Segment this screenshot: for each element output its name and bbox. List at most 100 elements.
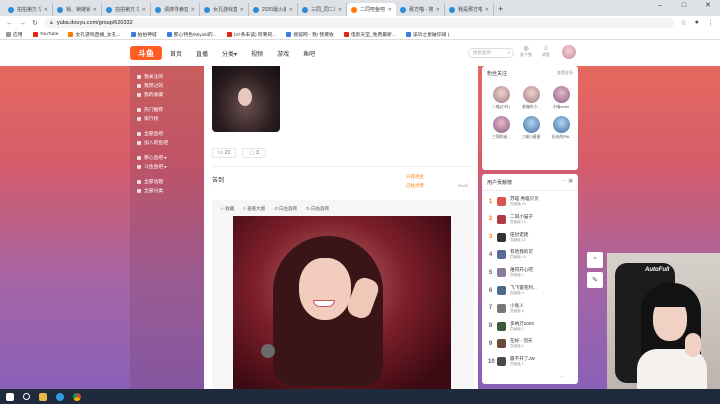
taskbar-search-icon[interactable] <box>23 393 30 400</box>
bookmark-item[interactable]: 拍拍神城 <box>130 31 157 38</box>
post-photo[interactable] <box>233 216 451 389</box>
bookmark-item[interactable]: 搜狐网 - 我! 我要收 <box>286 31 334 38</box>
sidebar-item[interactable]: 我关注的 <box>130 72 204 81</box>
tab-close-icon[interactable]: ✕ <box>240 7 244 13</box>
tab-close-icon[interactable]: ✕ <box>436 7 440 13</box>
minimize-button[interactable]: – <box>648 0 672 12</box>
tab-close-icon[interactable]: ✕ <box>289 7 293 13</box>
user-avatar[interactable] <box>562 45 576 59</box>
rank-item[interactable]: 7 小张人 贡献值 5 <box>488 301 574 316</box>
sidebar-item[interactable]: 加入的鱼吧 <box>130 138 204 147</box>
rank-pager[interactable]: ‹ › <box>560 374 564 379</box>
site-nav-item[interactable]: 游戏 <box>277 49 289 58</box>
post-fish-button[interactable]: ◎ 发个鱼 <box>520 45 532 58</box>
fan-item[interactable]: 老喵的小... <box>516 86 546 110</box>
tab-close-icon[interactable]: ✕ <box>93 7 97 13</box>
browser-tab[interactable]: 女孔游戏直播_女✕ <box>200 3 249 16</box>
tab-close-icon[interactable]: ✕ <box>485 7 489 13</box>
fans-more-link[interactable]: 查看更多 <box>557 70 573 76</box>
douyu-logo[interactable]: 斗鱼 <box>130 46 162 60</box>
sidebar-item[interactable]: 全部话题 <box>130 177 204 186</box>
sidebar-item[interactable]: 我赞过的 <box>130 81 204 90</box>
sidebar-item[interactable]: 全部分类 <box>130 186 204 195</box>
site-search-input[interactable]: 搜索鱼吧 ⌕ <box>468 48 514 58</box>
rotate-right-button[interactable]: ↻ 向右旋转 <box>306 206 329 212</box>
like-button[interactable]: 👍︎ 21 <box>212 148 236 158</box>
edge-browser-icon[interactable] <box>56 392 64 401</box>
rank-item[interactable]: 2 二同小猫子 贡献值 14 <box>488 212 574 227</box>
tab-close-icon[interactable]: ✕ <box>388 7 392 13</box>
rotate-left-button[interactable]: ↺ 向左旋转 <box>274 206 297 212</box>
browser-tab[interactable]: 那方喵 - 搜索结✕ <box>396 3 445 16</box>
tag-owner-only[interactable]: 只有吧主 <box>406 172 424 181</box>
tab-close-icon[interactable]: ✕ <box>142 7 146 13</box>
tab-close-icon[interactable]: ✕ <box>44 7 48 13</box>
browser-tab[interactable]: 三同_同二同直播✕ <box>298 3 347 16</box>
site-nav-item[interactable]: 直播 <box>196 49 208 58</box>
browser-tab[interactable]: 我是那方喵的小✕ <box>445 3 494 16</box>
browser-tab[interactable]: 拍拍第万 华爆神城✕ <box>102 3 151 16</box>
browser-tab[interactable]: 锁、锁链锁版ulim✕ <box>53 3 102 16</box>
fan-item[interactable]: 二喵(小叶) <box>486 86 516 110</box>
messages-button[interactable]: ♧ 消息 <box>542 45 550 58</box>
fan-item[interactable]: 小喵smile <box>546 86 576 110</box>
rank-item[interactable]: 6 飞飞雷克利... 贡献值 5 <box>488 283 574 298</box>
sidebar-item[interactable]: 热门推荐 <box>130 105 204 114</box>
profile-icon[interactable]: ● <box>695 19 699 27</box>
rank-item[interactable]: 8 多纳万2000 贡献值 3 <box>488 319 574 334</box>
sidebar-item[interactable]: 斗鱼鱼吧 ▸ <box>130 162 204 171</box>
windows-start-icon[interactable] <box>6 392 14 401</box>
search-icon[interactable]: ⌕ <box>507 49 510 57</box>
bookmark-item[interactable]: 女孔游戏直播_女孔... <box>68 31 121 38</box>
chrome-browser-icon[interactable] <box>73 392 81 401</box>
site-nav-item[interactable]: 分类▾ <box>222 49 237 58</box>
forward-button[interactable]: → <box>19 20 26 27</box>
rank-item[interactable]: 9 在好 - 羽天 贡献值 3 <box>488 336 574 351</box>
rank-item[interactable]: 10 最不开了JW 贡献值 2 <box>488 354 574 369</box>
reload-button[interactable]: ↻ <box>32 19 38 27</box>
tab-close-icon[interactable]: ✕ <box>191 7 195 13</box>
close-window-button[interactable]: ✕ <box>696 0 720 12</box>
site-nav-item[interactable]: 视频 <box>251 49 263 58</box>
edit-post-button[interactable]: ✎ <box>587 272 603 288</box>
file-explorer-icon[interactable] <box>39 392 47 401</box>
bookmark-item[interactable]: 那心特色/Miyuki的... <box>166 31 217 38</box>
comment-button[interactable]: ▢ 3 <box>242 148 266 158</box>
browser-tab[interactable]: 请搜寻索亚斯特✕ <box>151 3 200 16</box>
bookmark-item[interactable]: YouTube <box>32 32 58 37</box>
url-field[interactable]: 🔒︎ yuba.douyu.com/group/620332 <box>43 18 675 28</box>
site-nav-item[interactable]: 鱼吧 <box>303 49 315 58</box>
new-tab-button[interactable]: + <box>498 4 503 14</box>
rank-item[interactable]: 5 难得开心吧 贡献值 7 <box>488 265 574 280</box>
sidebar-item[interactable]: 我的收藏 <box>130 90 204 99</box>
browser-tab[interactable]: 拍拍第万 华爆神城✕ <box>4 3 53 16</box>
back-button[interactable]: ← <box>6 20 13 27</box>
rank-options-icon[interactable]: ⋯ ▣ <box>562 178 573 184</box>
browser-tab[interactable]: 二同吧鱼吧_斗鱼✕ <box>347 3 396 16</box>
bookmark-item[interactable]: 应用 <box>6 31 23 38</box>
bookmark-item[interactable]: 该诉之星破印阔 ( <box>405 31 449 38</box>
previous-post-image[interactable] <box>212 66 280 132</box>
rank-item[interactable]: 3 倍封诺建 贡献值 12 <box>488 230 574 245</box>
maximize-button[interactable]: □ <box>672 0 696 12</box>
fan-item[interactable]: 长长的PNL <box>546 116 576 140</box>
browser-tab[interactable]: 2020最火最佳手✕ <box>249 3 298 16</box>
menu-icon[interactable]: ⋮ <box>707 19 714 27</box>
rank-item[interactable]: 1 苏喵 秀喵贝贝 贡献值 24 <box>488 194 574 209</box>
bookmark-item[interactable]: (47条未读) 阿要的... <box>226 31 276 38</box>
fan-item[interactable]: 三喵小星星 <box>516 116 546 140</box>
bookmark-item[interactable]: 电影天堂_免费最新... <box>343 31 396 38</box>
tag-liked[interactable]: 已经点赞 <box>406 181 424 190</box>
sidebar-item[interactable]: 那心鱼吧 ▸ <box>130 153 204 162</box>
sidebar-item[interactable]: 排行榜 <box>130 114 204 123</box>
rank-item[interactable]: 4 有哈我的可 贡献值 10 <box>488 247 574 262</box>
bookmark-star-icon[interactable]: ☆ <box>680 19 686 27</box>
site-nav-item[interactable]: 首页 <box>170 49 182 58</box>
tab-close-icon[interactable]: ✕ <box>338 7 342 13</box>
scroll-top-button[interactable]: ⌃ <box>587 252 603 268</box>
post-author[interactable]: 苦到 <box>212 175 224 184</box>
fan-item[interactable]: 三同的迷... <box>486 116 516 140</box>
sidebar-item[interactable]: 全部鱼吧 <box>130 129 204 138</box>
view-large-button[interactable]: ⌕ 查看大图 <box>243 206 265 212</box>
collect-button[interactable]: ☆ 收藏 <box>220 206 234 212</box>
